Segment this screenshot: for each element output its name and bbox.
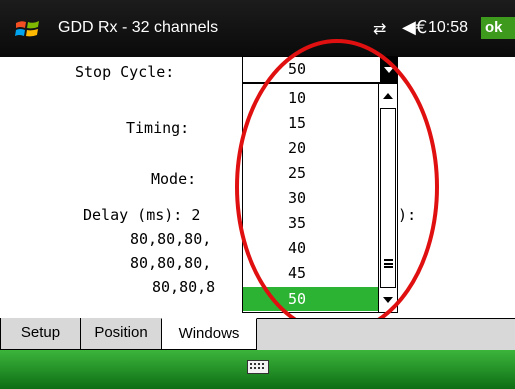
delay-label: Delay (ms): 2 xyxy=(83,206,201,224)
red-annotation-circle xyxy=(235,39,439,335)
delay-values-row: 80,80,80, xyxy=(130,254,212,272)
clock[interactable]: 10:58 xyxy=(428,19,468,37)
tab-windows[interactable]: Windows xyxy=(161,318,257,350)
windows-start-icon[interactable] xyxy=(14,17,42,41)
tab-bar: Setup Position Windows xyxy=(0,318,515,350)
keyboard-icon[interactable] xyxy=(247,360,269,374)
delay-values-row: 80,80,8 xyxy=(152,278,216,296)
mode-label: Mode: xyxy=(151,170,197,188)
tab-setup[interactable]: Setup xyxy=(0,318,81,350)
timing-label: Timing: xyxy=(126,119,190,137)
speaker-icon[interactable]: ◀€ xyxy=(402,17,427,38)
window-title: GDD Rx - 32 channels xyxy=(58,19,219,36)
stop-cycle-label: Stop Cycle: xyxy=(75,63,175,81)
tab-position[interactable]: Position xyxy=(80,318,162,350)
delay-values-row: 80,80,80, xyxy=(130,230,212,248)
ok-button[interactable]: ok xyxy=(481,17,515,39)
